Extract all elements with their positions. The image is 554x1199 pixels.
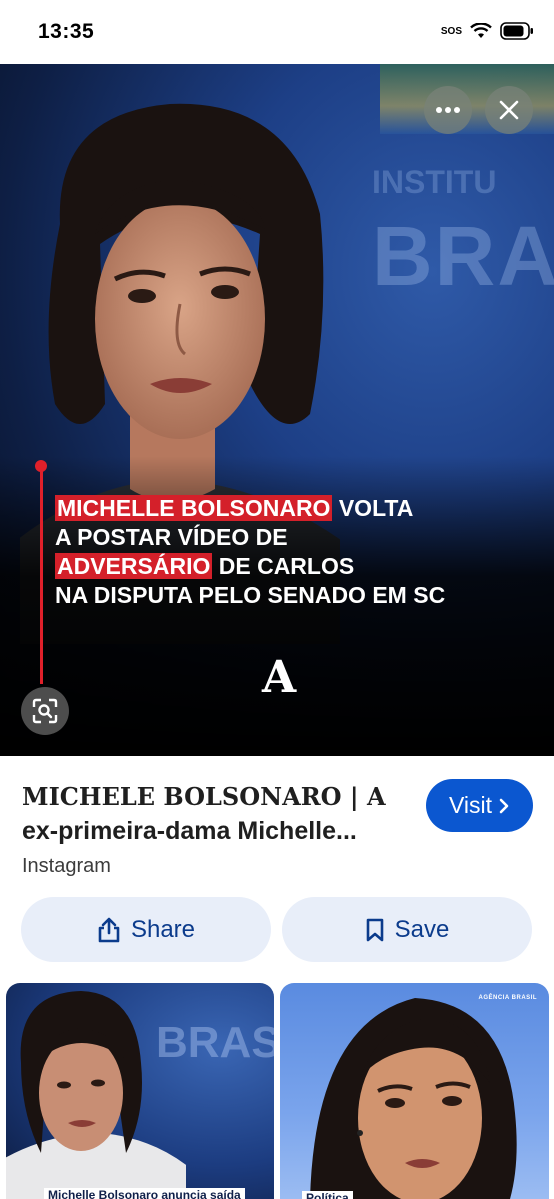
more-icon — [436, 107, 460, 113]
woman-thumbnail-1 — [6, 991, 186, 1199]
brand-logo: A — [262, 652, 297, 703]
thumbnail-caption: Política — [302, 1191, 353, 1199]
close-button[interactable] — [485, 86, 533, 134]
woman-thumbnail-2 — [310, 998, 517, 1199]
lens-icon — [32, 698, 58, 724]
related-image-2[interactable]: AGÊNCIA BRASIL Política — [280, 983, 549, 1199]
share-button[interactable]: Share — [21, 897, 271, 962]
battery-icon — [500, 22, 533, 40]
headline-line: NA DISPUTA PELO SENADO EM SC — [55, 582, 446, 608]
save-button[interactable]: Save — [282, 897, 532, 962]
lens-search-button[interactable] — [21, 687, 69, 735]
headline-line: ADVERSÁRIO DE CARLOS — [55, 553, 355, 579]
visit-button[interactable]: Visit — [426, 779, 533, 832]
hero-headline: MICHELLE BOLSONARO VOLTA A POSTAR VÍDEO … — [55, 494, 445, 610]
thumbnail-caption: Michelle Bolsonaro anuncia saída — [44, 1188, 245, 1199]
timeline-line — [40, 464, 43, 684]
close-icon — [499, 100, 519, 120]
status-time: 13:35 — [38, 20, 95, 43]
result-title[interactable]: MICHELE BOLSONARO | A ex-primeira-dama M… — [22, 780, 417, 848]
status-icons: SOS — [441, 22, 534, 40]
share-icon — [98, 917, 120, 942]
related-image-1[interactable]: BRAS Michelle Bolsonaro anuncia saída — [6, 983, 274, 1199]
headline-line: MICHELLE BOLSONARO VOLTA — [55, 495, 414, 521]
chevron-right-icon — [499, 798, 509, 813]
headline-line: A POSTAR VÍDEO DE — [55, 524, 288, 550]
more-options-button[interactable] — [424, 86, 472, 134]
bookmark-icon — [366, 918, 383, 941]
sos-indicator: SOS — [440, 25, 462, 37]
background-text: BRAS — [372, 209, 554, 303]
source-label: Instagram — [22, 855, 111, 877]
wifi-icon — [470, 23, 492, 38]
status-bar: 13:35 SOS — [0, 0, 554, 64]
hero-image[interactable]: INSTITU BRAS MICHELLE BOLSONA — [0, 64, 554, 756]
